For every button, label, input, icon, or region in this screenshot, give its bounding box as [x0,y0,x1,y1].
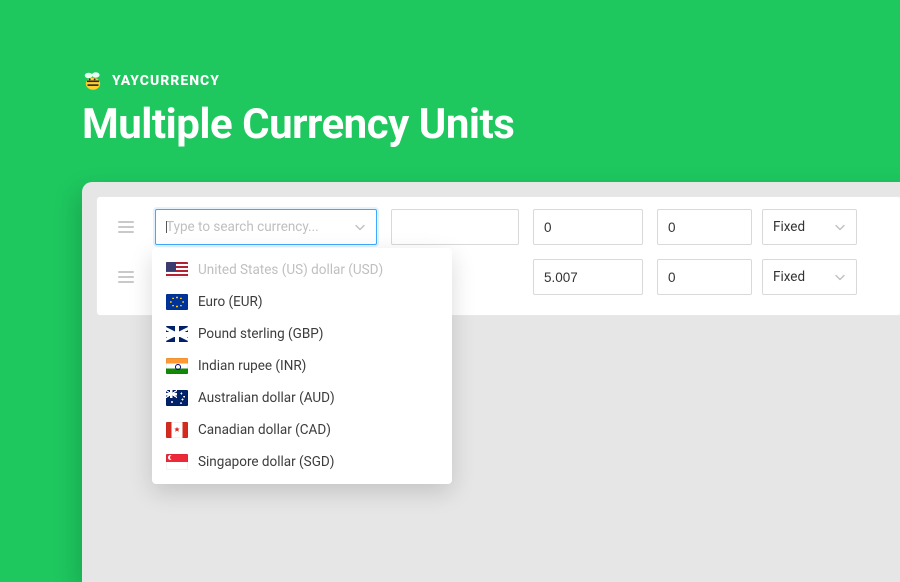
flag-icon [166,262,188,278]
currency-option-label: Pound sterling (GBP) [198,326,324,342]
currency-option[interactable]: Euro (EUR) [152,286,452,318]
search-placeholder: Type to search currency... [166,219,319,235]
page-title: Multiple Currency Units [82,100,900,149]
currency-option[interactable]: Indian rupee (INR) [152,350,452,382]
chevron-down-icon [834,221,846,233]
currency-code-field[interactable] [391,209,519,245]
rate-field[interactable] [533,209,643,245]
currency-option[interactable]: Pound sterling (GBP) [152,318,452,350]
flag-icon [166,326,188,342]
currency-option[interactable]: Canadian dollar (CAD) [152,414,452,446]
currency-option-label: Euro (EUR) [198,294,263,310]
flag-icon [166,358,188,374]
rounding-mode-select[interactable]: Fixed [762,209,857,245]
currency-option: United States (US) dollar (USD) [152,254,452,286]
rate-input[interactable] [544,270,632,285]
currency-row: Type to search currency... Fixed [111,209,887,245]
rate-field[interactable] [533,259,643,295]
brand: YAYCURRENCY [82,70,900,92]
currency-select[interactable]: Type to search currency... [155,209,377,245]
currency-option[interactable]: Australian dollar (AUD) [152,382,452,414]
drag-handle-icon[interactable] [111,270,141,284]
flag-icon [166,294,188,310]
adjust-input[interactable] [668,270,741,285]
rounding-mode-label: Fixed [773,269,805,285]
currency-option-label: Indian rupee (INR) [198,358,306,374]
rounding-mode-label: Fixed [773,219,805,235]
adjust-field[interactable] [657,259,752,295]
currency-option-label: United States (US) dollar (USD) [198,262,383,278]
bee-icon [82,70,104,92]
app-window: Type to search currency... Fixed [82,182,900,582]
adjust-field[interactable] [657,209,752,245]
drag-handle-icon[interactable] [111,220,141,234]
currency-dropdown[interactable]: United States (US) dollar (USD) Euro (EUR… [152,248,452,484]
rate-input[interactable] [544,220,632,235]
chevron-down-icon [834,271,846,283]
currency-option-label: Singapore dollar (SGD) [198,454,334,470]
currency-option-label: Canadian dollar (CAD) [198,422,331,438]
flag-icon [166,454,188,470]
chevron-down-icon [354,221,366,233]
currency-option-label: Australian dollar (AUD) [198,390,335,406]
flag-icon [166,390,188,406]
brand-name: YAYCURRENCY [112,73,220,89]
flag-icon [166,422,188,438]
adjust-input[interactable] [668,220,741,235]
currency-option[interactable]: Singapore dollar (SGD) [152,446,452,478]
rounding-mode-select[interactable]: Fixed [762,259,857,295]
